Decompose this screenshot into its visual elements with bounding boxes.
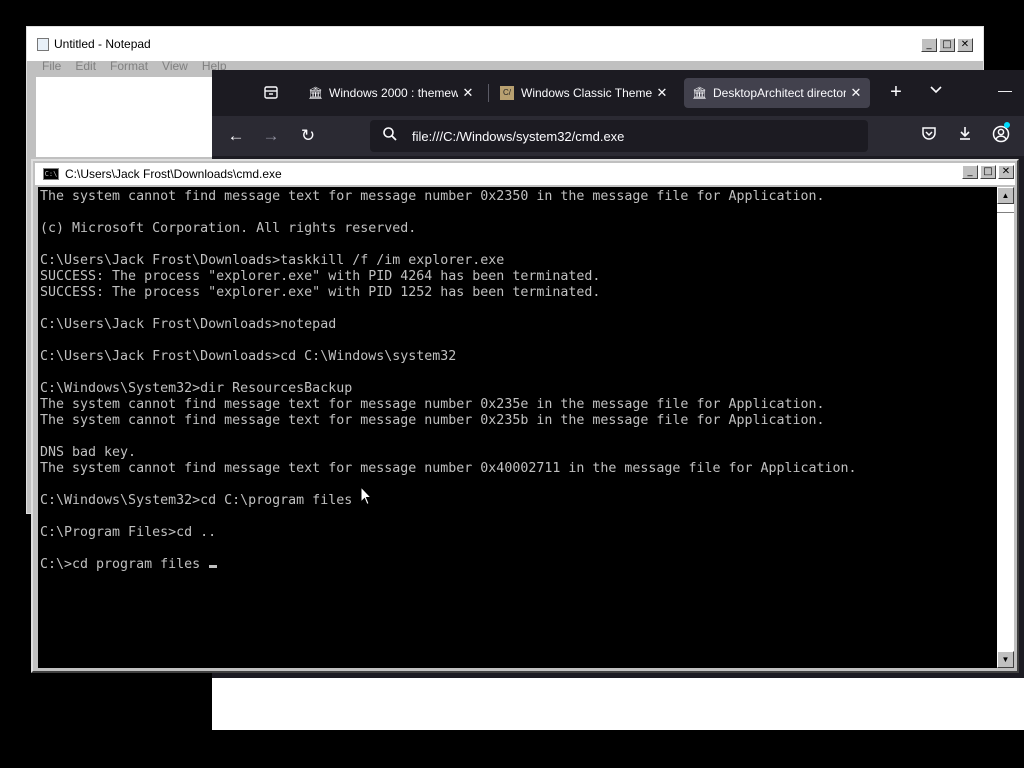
notepad-window-controls: _ □ ✕ bbox=[921, 38, 973, 52]
console-line: C:\Users\Jack Frost\Downloads>taskkill /… bbox=[40, 253, 505, 268]
console-scrollbar[interactable]: ▲ ▼ bbox=[997, 187, 1014, 668]
console-line: SUCCESS: The process "explorer.exe" with… bbox=[40, 285, 601, 300]
console-prompt-input[interactable]: C:\>cd program files bbox=[40, 557, 208, 572]
menu-edit[interactable]: Edit bbox=[68, 59, 103, 73]
scroll-down-arrow-icon[interactable]: ▼ bbox=[997, 651, 1014, 668]
console-line: DNS bad key. bbox=[40, 445, 137, 460]
notepad-minimize-button[interactable]: _ bbox=[921, 38, 937, 52]
cmd-window-controls: _ □ ✕ bbox=[962, 165, 1014, 179]
tab-windows-classic-themes[interactable]: C/ Windows Classic Themes ✕ bbox=[492, 78, 676, 108]
back-arrow-icon[interactable]: ← bbox=[225, 125, 247, 147]
close-tab-icon[interactable]: ✕ bbox=[462, 85, 474, 101]
tab-desktoparchitect[interactable]: 🏛 DesktopArchitect director ✕ bbox=[684, 78, 870, 108]
url-bar[interactable] bbox=[370, 120, 868, 152]
console-line: C:\Windows\System32>cd C:\program files bbox=[40, 493, 353, 508]
chevron-down-icon[interactable] bbox=[926, 83, 946, 98]
cmd-titlebar[interactable]: C:\ C:\Users\Jack Frost\Downloads\cmd.ex… bbox=[35, 163, 1015, 185]
notepad-titlebar[interactable]: Untitled - Notepad bbox=[27, 27, 983, 61]
new-tab-button[interactable]: + bbox=[886, 82, 906, 102]
console-output: The system cannot find message text for … bbox=[38, 187, 1001, 573]
close-tab-icon[interactable]: ✕ bbox=[850, 85, 862, 101]
text-caret bbox=[209, 565, 218, 568]
console-line: C:\Windows\System32>dir ResourcesBackup bbox=[40, 381, 353, 396]
cmd-icon: C:\ bbox=[43, 168, 59, 180]
menu-view[interactable]: View bbox=[155, 59, 195, 73]
notepad-icon bbox=[37, 37, 49, 51]
notepad-menubar: File Edit Format View Help bbox=[35, 59, 234, 73]
mouse-pointer-icon bbox=[360, 485, 373, 511]
menu-format[interactable]: Format bbox=[103, 59, 155, 73]
close-tab-icon[interactable]: ✕ bbox=[656, 85, 668, 101]
building-icon: 🏛 bbox=[692, 86, 708, 100]
search-icon bbox=[382, 126, 398, 146]
building-icon: 🏛 bbox=[308, 86, 324, 100]
download-icon[interactable] bbox=[954, 125, 976, 147]
account-icon[interactable] bbox=[990, 125, 1012, 147]
forward-arrow-icon[interactable]: → bbox=[260, 125, 282, 147]
cmd-minimize-button[interactable]: _ bbox=[962, 165, 978, 179]
account-notification-dot bbox=[1004, 122, 1010, 128]
browser-page-content[interactable] bbox=[212, 678, 1024, 730]
pocket-icon[interactable] bbox=[918, 125, 940, 147]
console-line: The system cannot find message text for … bbox=[40, 413, 825, 428]
console-line: C:\Users\Jack Frost\Downloads>notepad bbox=[40, 317, 337, 332]
console-line: The system cannot find message text for … bbox=[40, 189, 825, 204]
console-line: C:\Users\Jack Frost\Downloads>cd C:\Wind… bbox=[40, 349, 457, 364]
tab-windows-2000[interactable]: 🏛 Windows 2000 : themewo ✕ bbox=[300, 78, 482, 108]
notepad-maximize-button[interactable]: □ bbox=[939, 38, 955, 52]
menu-file[interactable]: File bbox=[35, 59, 68, 73]
classic-theme-icon: C/ bbox=[500, 86, 514, 100]
cmd-window[interactable]: C:\ C:\Users\Jack Frost\Downloads\cmd.ex… bbox=[31, 159, 1019, 673]
cmd-close-button[interactable]: ✕ bbox=[998, 165, 1014, 179]
console-line: C:\Program Files>cd .. bbox=[40, 525, 217, 540]
cmd-title: C:\Users\Jack Frost\Downloads\cmd.exe bbox=[65, 167, 282, 181]
scroll-up-arrow-icon[interactable]: ▲ bbox=[997, 187, 1014, 204]
navigation-toolbar: ← → ↻ bbox=[212, 116, 1024, 156]
notepad-text-area[interactable] bbox=[36, 77, 216, 157]
reload-icon[interactable]: ↻ bbox=[297, 125, 319, 147]
cmd-maximize-button[interactable]: □ bbox=[980, 165, 996, 179]
tab-strip: 🏛 Windows 2000 : themewo ✕ C/ Windows Cl… bbox=[212, 70, 1024, 116]
console-line: The system cannot find message text for … bbox=[40, 461, 857, 476]
console-line: SUCCESS: The process "explorer.exe" with… bbox=[40, 269, 601, 284]
notepad-close-button[interactable]: ✕ bbox=[957, 38, 973, 52]
tab-list-icon[interactable] bbox=[262, 84, 280, 100]
tab-separator bbox=[488, 84, 489, 102]
browser-minimize-icon[interactable]: — bbox=[998, 82, 1012, 98]
notepad-title: Untitled - Notepad bbox=[54, 37, 151, 51]
console-line: The system cannot find message text for … bbox=[40, 397, 825, 412]
scroll-thumb[interactable] bbox=[997, 204, 1014, 213]
console-line: (c) Microsoft Corporation. All rights re… bbox=[40, 221, 417, 236]
url-input[interactable] bbox=[412, 126, 852, 146]
console-area[interactable]: The system cannot find message text for … bbox=[38, 187, 1001, 668]
